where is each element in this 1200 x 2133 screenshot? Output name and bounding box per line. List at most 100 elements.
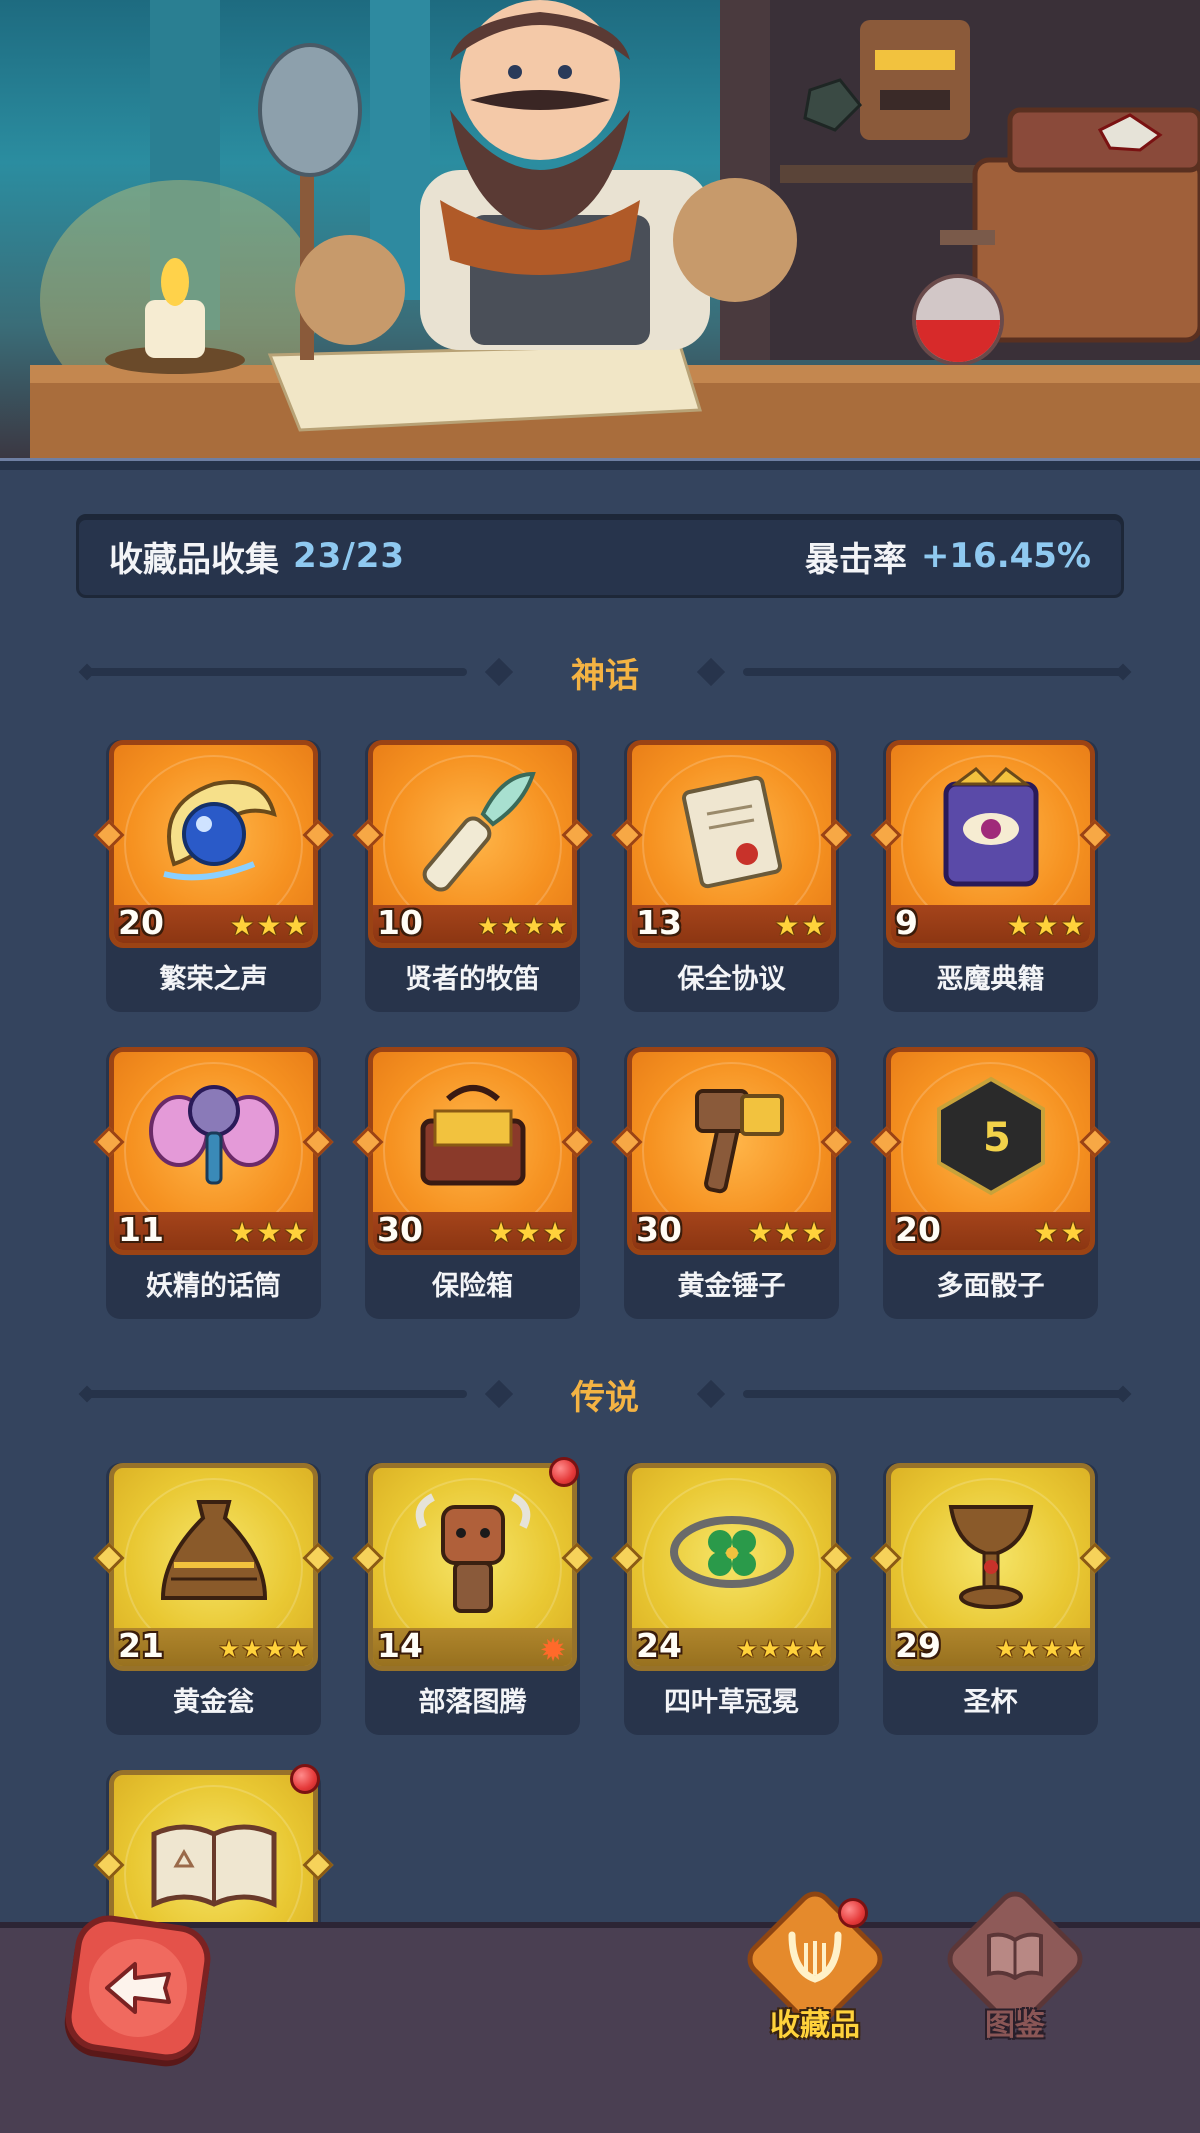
- card-name: 四叶草冠冕: [664, 1687, 799, 1718]
- demon-book-icon: [913, 759, 1068, 899]
- card-name: 黄金锤子: [677, 1271, 786, 1302]
- card-stars: ★ ★ ★ ★: [995, 1636, 1086, 1662]
- card-tile: 10 ★ ★ ★ ★: [368, 740, 577, 948]
- section-header-mythic: 神话: [85, 642, 1125, 702]
- notification-dot: [549, 1457, 579, 1487]
- card-level: 24: [636, 1626, 682, 1665]
- card-tile: 9 ★ ★ ★: [886, 740, 1095, 948]
- golden-hammer-icon: [654, 1066, 809, 1206]
- section-title-mythic: 神话: [571, 655, 639, 696]
- star-icon: ★: [283, 909, 309, 942]
- dice-icon: 5: [913, 1066, 1068, 1206]
- star-icon: ★: [523, 912, 545, 940]
- golden-urn-icon: [136, 1482, 291, 1622]
- card-tile: 30 ★ ★ ★: [627, 1047, 836, 1255]
- card-name: 保险箱: [432, 1271, 513, 1302]
- mythic-item-card[interactable]: 20 ★ ★ ★ 繁荣之声: [93, 740, 334, 1012]
- notification-dot: [838, 1898, 868, 1928]
- star-icon: ★: [1033, 909, 1059, 942]
- star-icon: ★: [218, 1635, 240, 1663]
- star-icon: ★: [1060, 909, 1086, 942]
- fairy-mic-icon: [136, 1066, 291, 1206]
- star-icon: ★: [488, 1216, 514, 1249]
- collection-stats-bar: 收藏品收集 23/23 暴击率 +16.45%: [76, 514, 1124, 598]
- card-level: 10: [377, 903, 423, 942]
- card-tile: 20 ★ ★ ★: [109, 740, 318, 948]
- star-icon: ★: [264, 1635, 286, 1663]
- mythic-item-card[interactable]: 30 ★ ★ ★ 保险箱: [352, 1047, 593, 1319]
- back-button[interactable]: [61, 1911, 215, 2065]
- star-icon: ★: [287, 1635, 309, 1663]
- divider-line: [85, 668, 467, 676]
- star-icon: ★: [805, 1635, 827, 1663]
- mythic-item-card[interactable]: 11 ★ ★ ★ 妖精的话筒: [93, 1047, 334, 1319]
- hero-scene: [0, 0, 1200, 465]
- mythic-item-card[interactable]: 13 ★ ★ 保全协议: [611, 740, 852, 1012]
- mythic-item-card[interactable]: 30 ★ ★ ★ 黄金锤子: [611, 1047, 852, 1319]
- divider-line: [743, 668, 1125, 676]
- cloud-orb-icon: [136, 759, 291, 899]
- star-icon: ★: [1033, 1216, 1059, 1249]
- card-name: 多面骰子: [936, 1271, 1045, 1302]
- legend-item-card[interactable]: 14 部落图腾 ✹: [352, 1457, 593, 1735]
- mythic-item-card[interactable]: 10 ★ ★ ★ ★ 贤者的牧笛: [352, 740, 593, 1012]
- card-stars: ★ ★: [774, 909, 827, 942]
- collection-progress: 收藏品收集 23/23: [109, 532, 405, 581]
- star-icon: ★: [546, 912, 568, 940]
- collection-label: 收藏品收集: [109, 539, 279, 580]
- tab-collectibles[interactable]: 收藏品: [740, 1884, 890, 2048]
- legend-item-card[interactable]: 21 ★ ★ ★ ★ 黄金瓮: [93, 1463, 334, 1735]
- clover-crown-icon: [654, 1482, 809, 1622]
- legend-item-card[interactable]: 24 ★ ★ ★ ★ 四叶草冠冕: [611, 1463, 852, 1735]
- star-icon: ★: [801, 909, 827, 942]
- tab-codex-label: 图鉴: [985, 2008, 1045, 2043]
- card-level: 11: [118, 1210, 164, 1249]
- card-stars: ★ ★ ★ ★: [218, 1636, 309, 1662]
- card-name: 恶魔典籍: [936, 964, 1045, 995]
- collection-count: 23/23: [293, 536, 406, 576]
- upgrade-burst-icon: ✹: [539, 1631, 567, 1669]
- card-stars: ★ ★ ★ ★: [736, 1636, 827, 1662]
- star-icon: ★: [736, 1635, 758, 1663]
- card-name: 圣杯: [963, 1687, 1018, 1718]
- star-icon: ★: [241, 1635, 263, 1663]
- card-level: 30: [377, 1210, 423, 1249]
- star-icon: ★: [995, 1635, 1017, 1663]
- divider-diamond: [696, 1379, 726, 1409]
- star-icon: ★: [283, 1216, 309, 1249]
- card-tile: 13 ★ ★: [627, 740, 836, 948]
- card-level: 21: [118, 1626, 164, 1665]
- star-icon: ★: [229, 1216, 255, 1249]
- card-name: 保全协议: [677, 964, 786, 995]
- star-icon: ★: [477, 912, 499, 940]
- legend-item-card[interactable]: 29 ★ ★ ★ ★ 圣杯: [870, 1463, 1111, 1735]
- star-icon: ★: [774, 909, 800, 942]
- star-icon: ★: [1006, 909, 1032, 942]
- shopkeeper-illustration: [30, 0, 1200, 460]
- tab-collectibles-label: 收藏品: [770, 2008, 860, 2043]
- star-icon: ★: [1064, 1635, 1086, 1663]
- treasure-chest-icon: [395, 1066, 550, 1206]
- mythic-item-card[interactable]: 5 20 ★ ★ 多面骰子: [870, 1047, 1111, 1319]
- tab-codex[interactable]: 图鉴: [940, 1884, 1090, 2048]
- notification-dot: [290, 1764, 320, 1794]
- card-stars: ★ ★ ★: [229, 1216, 309, 1249]
- card-tile: 5 20 ★ ★: [886, 1047, 1095, 1255]
- crit-value: +16.45%: [920, 536, 1091, 576]
- card-stars: ★ ★ ★ ★: [477, 913, 568, 939]
- star-icon: ★: [747, 1216, 773, 1249]
- card-tile: 30 ★ ★ ★: [368, 1047, 577, 1255]
- star-icon: ★: [256, 1216, 282, 1249]
- star-icon: ★: [782, 1635, 804, 1663]
- card-level: 20: [895, 1210, 941, 1249]
- card-stars: ★ ★ ★: [488, 1216, 568, 1249]
- mythic-item-card[interactable]: 9 ★ ★ ★ 恶魔典籍: [870, 740, 1111, 1012]
- section-title-legend: 传说: [571, 1377, 639, 1418]
- star-icon: ★: [542, 1216, 568, 1249]
- crit-rate: 暴击率 +16.45%: [805, 532, 1091, 581]
- hero-divider: [0, 458, 1200, 470]
- divider-diamond: [484, 1379, 514, 1409]
- card-tile: 29 ★ ★ ★ ★: [886, 1463, 1095, 1671]
- card-name: 贤者的牧笛: [405, 964, 540, 995]
- star-icon: ★: [500, 912, 522, 940]
